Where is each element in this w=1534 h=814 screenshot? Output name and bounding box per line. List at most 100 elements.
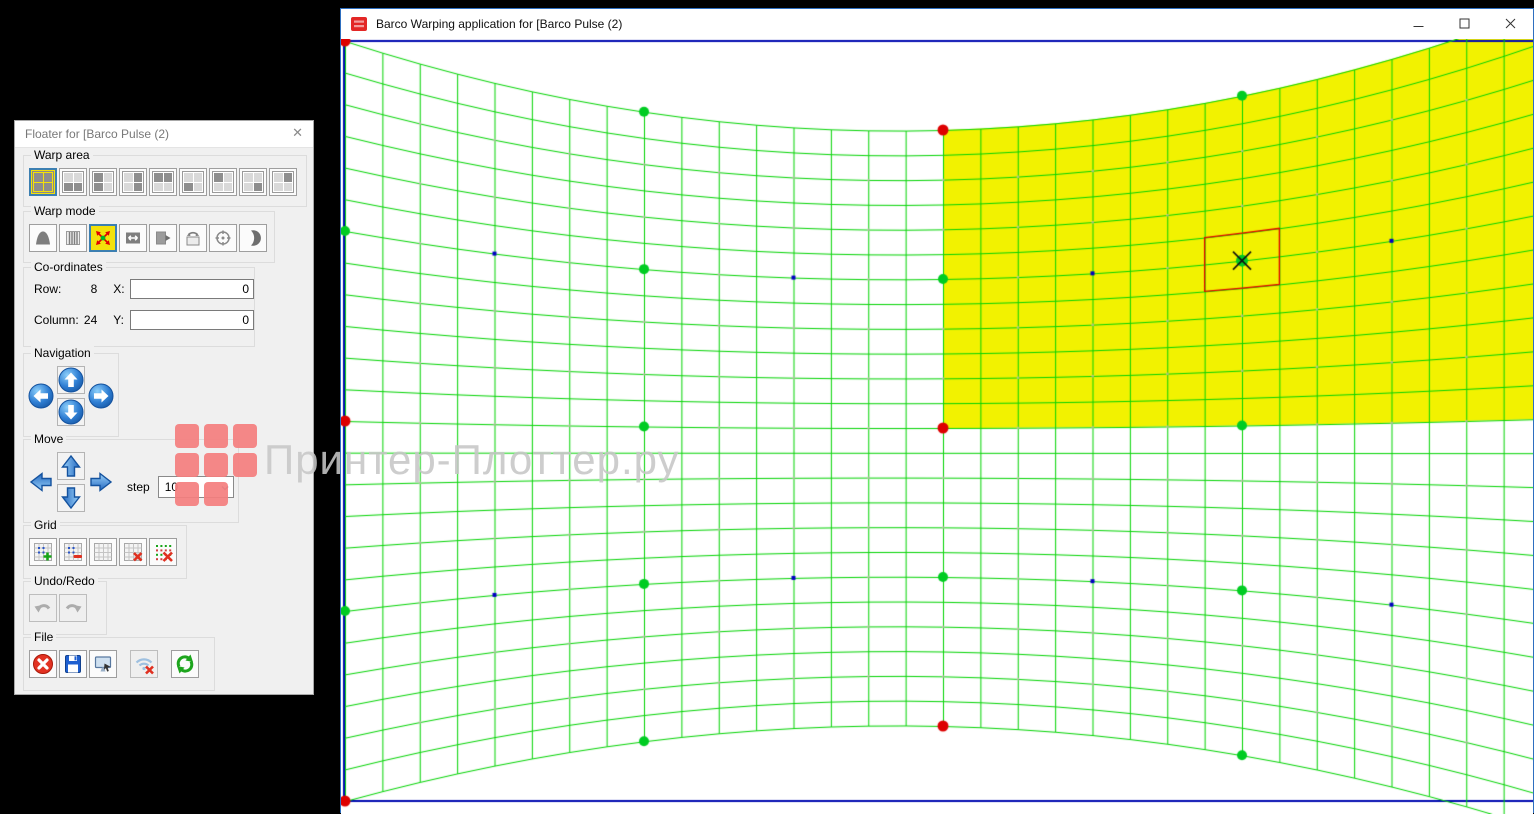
barco-logo-icon <box>351 17 367 31</box>
grid-plain-icon <box>93 542 113 562</box>
column-label: Column: <box>34 313 79 327</box>
warp-area-quad-top-right-button[interactable] <box>269 168 297 196</box>
maximize-button[interactable] <box>1441 9 1487 39</box>
floater-title: Floater for [Barco Pulse (2) <box>25 127 169 141</box>
warp-mode-shift-edge-button[interactable] <box>149 224 177 252</box>
grid-delete-icon <box>123 542 143 562</box>
warp-mode-linearity-button[interactable] <box>59 224 87 252</box>
navigation-group-label: Navigation <box>31 346 94 360</box>
nav-up-icon <box>58 367 84 393</box>
step-select-value: 10 <box>165 480 178 494</box>
minimize-button[interactable] <box>1395 9 1441 39</box>
close-button[interactable] <box>1487 9 1533 39</box>
warp-mode-crescent-button[interactable] <box>239 224 267 252</box>
file-close-button[interactable] <box>29 650 57 678</box>
move-group-label: Move <box>31 432 66 446</box>
redo-button[interactable] <box>59 594 87 622</box>
grid-add-point-button[interactable] <box>29 538 57 566</box>
grid-group-label: Grid <box>31 518 60 532</box>
file-group: File <box>23 637 215 691</box>
move-down-button[interactable] <box>57 484 85 512</box>
column-value: 24 <box>79 313 98 327</box>
floater-close-icon[interactable]: ✕ <box>292 126 303 140</box>
navigation-group: Navigation <box>23 353 119 437</box>
area-quad-bl-icon <box>182 171 204 193</box>
warp-area-group-label: Warp area <box>31 148 93 162</box>
floater-window: Floater for [Barco Pulse (2) ✕ Warp area… <box>14 120 314 695</box>
navigation-up-button[interactable] <box>57 366 85 394</box>
warp-mode-keystone-button[interactable] <box>29 224 57 252</box>
nav-down-icon <box>58 399 84 425</box>
grid-points-delete-icon <box>153 542 173 562</box>
navigation-right-button[interactable] <box>87 382 115 410</box>
step-label: step <box>127 480 150 494</box>
y-label: Y: <box>113 313 130 327</box>
grid-remove-icon <box>63 542 83 562</box>
warp-area-bottom-half-button[interactable] <box>59 168 87 196</box>
row-label: Row: <box>34 282 79 296</box>
floater-titlebar: Floater for [Barco Pulse (2) ✕ <box>15 121 313 148</box>
warp-area-right-half-button[interactable] <box>119 168 147 196</box>
x-label: X: <box>113 282 130 296</box>
move-down-icon <box>58 485 84 511</box>
x-input[interactable] <box>130 279 254 299</box>
warp-area-quad-bottom-left-button[interactable] <box>179 168 207 196</box>
area-top-icon <box>152 171 174 193</box>
warp-area-top-half-button[interactable] <box>149 168 177 196</box>
warping-main-window: Barco Warping application for [Barco Pul… <box>340 8 1534 813</box>
move-right-button[interactable] <box>87 468 115 496</box>
move-up-icon <box>58 453 84 479</box>
nav-right-icon <box>88 383 114 409</box>
grid-remove-point-button[interactable] <box>59 538 87 566</box>
warp-mode-warp-points-button[interactable] <box>89 224 117 252</box>
warp-mode-rotate-button[interactable] <box>209 224 237 252</box>
move-group: Move step 10 <box>23 439 239 523</box>
coordinates-group: Co-ordinates Row: 8 X: Column: 24 Y: <box>23 267 255 347</box>
navigation-left-button[interactable] <box>27 382 55 410</box>
coordinates-group-label: Co-ordinates <box>31 260 106 274</box>
move-left-icon <box>28 469 54 495</box>
warp-area-quad-top-left-button[interactable] <box>209 168 237 196</box>
file-save-icon <box>62 653 84 675</box>
grid-add-icon <box>33 542 53 562</box>
mode-shift-h-icon <box>124 229 142 247</box>
undo-icon <box>32 597 54 619</box>
area-quad-tl-icon <box>212 171 234 193</box>
main-titlebar: Barco Warping application for [Barco Pul… <box>341 9 1533 39</box>
warp-mode-bow-button[interactable] <box>179 224 207 252</box>
file-reload-button[interactable] <box>171 650 199 678</box>
warp-area-full-button[interactable] <box>29 168 57 196</box>
move-row: step 10 <box>24 440 238 514</box>
main-window-title: Barco Warping application for [Barco Pul… <box>376 17 622 31</box>
file-save-button[interactable] <box>59 650 87 678</box>
file-close-icon <box>32 653 54 675</box>
mode-crescent-icon <box>244 229 262 247</box>
redo-icon <box>62 597 84 619</box>
undo-button[interactable] <box>29 594 57 622</box>
warp-area-left-half-button[interactable] <box>89 168 117 196</box>
move-left-button[interactable] <box>27 468 55 496</box>
warp-area-group: Warp area <box>23 155 307 207</box>
file-display-button[interactable] <box>89 650 117 678</box>
y-input[interactable] <box>130 310 254 330</box>
coordinates-row-2: Column: 24 Y: <box>34 310 254 330</box>
undo-redo-group-label: Undo/Redo <box>31 574 98 588</box>
grid-delete-points-button[interactable] <box>149 538 177 566</box>
file-wifi-disconnect-button[interactable] <box>130 650 158 678</box>
mode-rotate-icon <box>214 229 232 247</box>
move-up-button[interactable] <box>57 452 85 480</box>
area-quad-tr-icon <box>272 171 294 193</box>
grid-show-button[interactable] <box>89 538 117 566</box>
navigation-down-button[interactable] <box>57 398 85 426</box>
area-right-icon <box>122 171 144 193</box>
warp-mode-group: Warp mode <box>23 211 275 263</box>
warp-grid-canvas[interactable] <box>341 39 1533 814</box>
grid-delete-button[interactable] <box>119 538 147 566</box>
warp-area-quad-bottom-right-button[interactable] <box>239 168 267 196</box>
maximize-icon <box>1459 17 1470 32</box>
warp-mode-shift-horizontal-button[interactable] <box>119 224 147 252</box>
step-select[interactable]: 10 <box>158 476 234 498</box>
area-left-icon <box>92 171 114 193</box>
chevron-down-icon <box>220 482 230 496</box>
mode-keystone-icon <box>34 229 52 247</box>
